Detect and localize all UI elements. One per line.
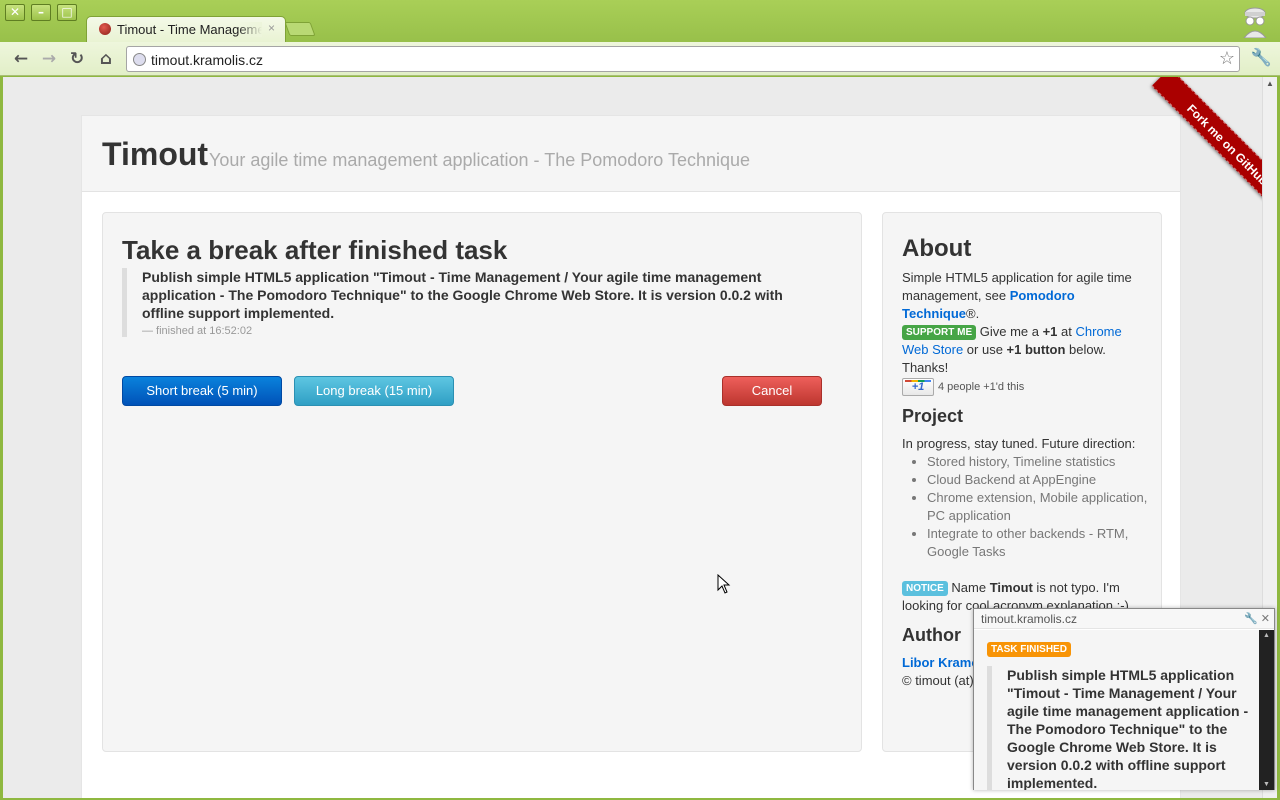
globe-icon xyxy=(133,53,146,66)
brand-title: Timout xyxy=(102,136,209,172)
support-me-label: SUPPORT ME xyxy=(902,325,977,340)
list-item: Integrate to other backends - RTM, Googl… xyxy=(927,525,1148,561)
reload-icon[interactable]: ↻ xyxy=(67,49,87,69)
minimize-window-button[interactable]: – xyxy=(31,4,51,21)
finished-time: — finished at 16:52:02 xyxy=(142,325,253,337)
notification-body: TASK FINISHED Publish simple HTML5 appli… xyxy=(974,630,1260,790)
close-icon: ✕ xyxy=(9,5,21,19)
list-item: Stored history, Timeline statistics xyxy=(927,453,1148,471)
notification-tools: 🔧 ✕ xyxy=(1244,609,1270,629)
project-list: Stored history, Timeline statistics Clou… xyxy=(927,453,1148,561)
forward-icon[interactable]: → xyxy=(39,49,59,69)
task-finished-label: TASK FINISHED xyxy=(987,642,1071,657)
notice-text-part: Name xyxy=(947,579,990,595)
desktop-notification[interactable]: timout.kramolis.cz 🔧 ✕ TASK FINISHED Pub… xyxy=(973,608,1275,790)
address-bar[interactable]: timout.kramolis.cz ☆ xyxy=(126,46,1240,72)
wrench-icon[interactable]: 🔧 xyxy=(1251,48,1272,68)
about-heading: About xyxy=(902,235,972,262)
mouse-cursor-icon xyxy=(717,574,731,594)
home-icon[interactable]: ⌂ xyxy=(96,49,116,69)
tomato-favicon-icon xyxy=(99,23,111,35)
support-text-part: Give me a xyxy=(976,324,1043,339)
back-icon[interactable]: ← xyxy=(11,49,31,69)
finished-task-text: Publish simple HTML5 application "Timout… xyxy=(142,269,783,321)
maximize-window-button[interactable]: □ xyxy=(57,4,77,21)
plus-one-text: +1 xyxy=(1042,324,1058,339)
break-panel: Take a break after finished task Publish… xyxy=(102,212,862,752)
finished-task-quote: Publish simple HTML5 application "Timout… xyxy=(122,268,812,337)
support-text: SUPPORT ME Give me a +1 at Chrome Web St… xyxy=(902,323,1148,377)
project-heading: Project xyxy=(902,405,964,426)
notice-name: Timout xyxy=(989,579,1033,595)
brand-tagline: Your agile time management application -… xyxy=(209,150,751,170)
browser-toolbar: ← → ↻ ⌂ timout.kramolis.cz ☆ 🔧 xyxy=(0,42,1280,76)
plus-one-count: 4 people +1'd this xyxy=(938,380,1025,393)
plusone-row: +1 4 people +1'd this xyxy=(902,377,1148,396)
project-intro: In progress, stay tuned. Future directio… xyxy=(902,435,1136,451)
page-header: Timout Your agile time management applic… xyxy=(82,116,1180,192)
long-break-button[interactable]: Long break (15 min) xyxy=(294,376,454,406)
new-tab-button[interactable] xyxy=(284,22,316,36)
scroll-down-arrow-icon[interactable]: ▼ xyxy=(1263,781,1270,788)
google-plus-one-button[interactable]: +1 xyxy=(902,377,934,396)
break-heading: Take a break after finished task xyxy=(122,235,508,265)
notice-label: NOTICE xyxy=(902,580,948,596)
scroll-up-arrow-icon[interactable]: ▲ xyxy=(1266,79,1274,88)
about-text: Simple HTML5 application for agile time … xyxy=(902,269,1148,323)
about-text-end: ®. xyxy=(966,306,980,321)
close-icon[interactable]: ✕ xyxy=(1261,613,1270,625)
wrench-icon[interactable]: 🔧 xyxy=(1244,613,1258,625)
browser-tab[interactable]: Timout - Time Management × xyxy=(86,16,286,42)
address-bar-url[interactable]: timout.kramolis.cz xyxy=(151,52,263,68)
tab-title: Timout - Time Management xyxy=(117,22,262,37)
star-icon[interactable]: ☆ xyxy=(1219,48,1235,69)
minimize-icon: – xyxy=(38,5,44,19)
short-break-button[interactable]: Short break (5 min) xyxy=(122,376,282,406)
fork-me-on-github-ribbon[interactable]: Fork me on GitHub xyxy=(1151,77,1262,221)
fork-ribbon-container: Fork me on GitHub xyxy=(1113,77,1262,226)
close-window-button[interactable]: ✕ xyxy=(5,4,25,21)
tab-close-icon[interactable]: × xyxy=(268,21,275,35)
browser-titlebar: ✕ – □ Timout - Time Management × xyxy=(0,0,1280,42)
incognito-icon xyxy=(1243,7,1267,38)
support-text-part: or use xyxy=(963,342,1007,357)
support-text-part: at xyxy=(1057,324,1076,339)
notification-text: Publish simple HTML5 application "Timout… xyxy=(987,666,1252,790)
notification-scrollbar[interactable]: ▲ ▼ xyxy=(1259,630,1274,790)
plus-one-button-text: +1 button xyxy=(1006,342,1066,357)
notification-header: timout.kramolis.cz 🔧 ✕ xyxy=(974,609,1274,629)
list-item: Cloud Backend at AppEngine xyxy=(927,471,1148,489)
list-item: Chrome extension, Mobile application, PC… xyxy=(927,489,1148,525)
cancel-button[interactable]: Cancel xyxy=(722,376,822,406)
scroll-up-arrow-icon[interactable]: ▲ xyxy=(1263,632,1270,639)
maximize-icon: □ xyxy=(61,5,73,19)
notification-origin: timout.kramolis.cz xyxy=(981,612,1078,626)
